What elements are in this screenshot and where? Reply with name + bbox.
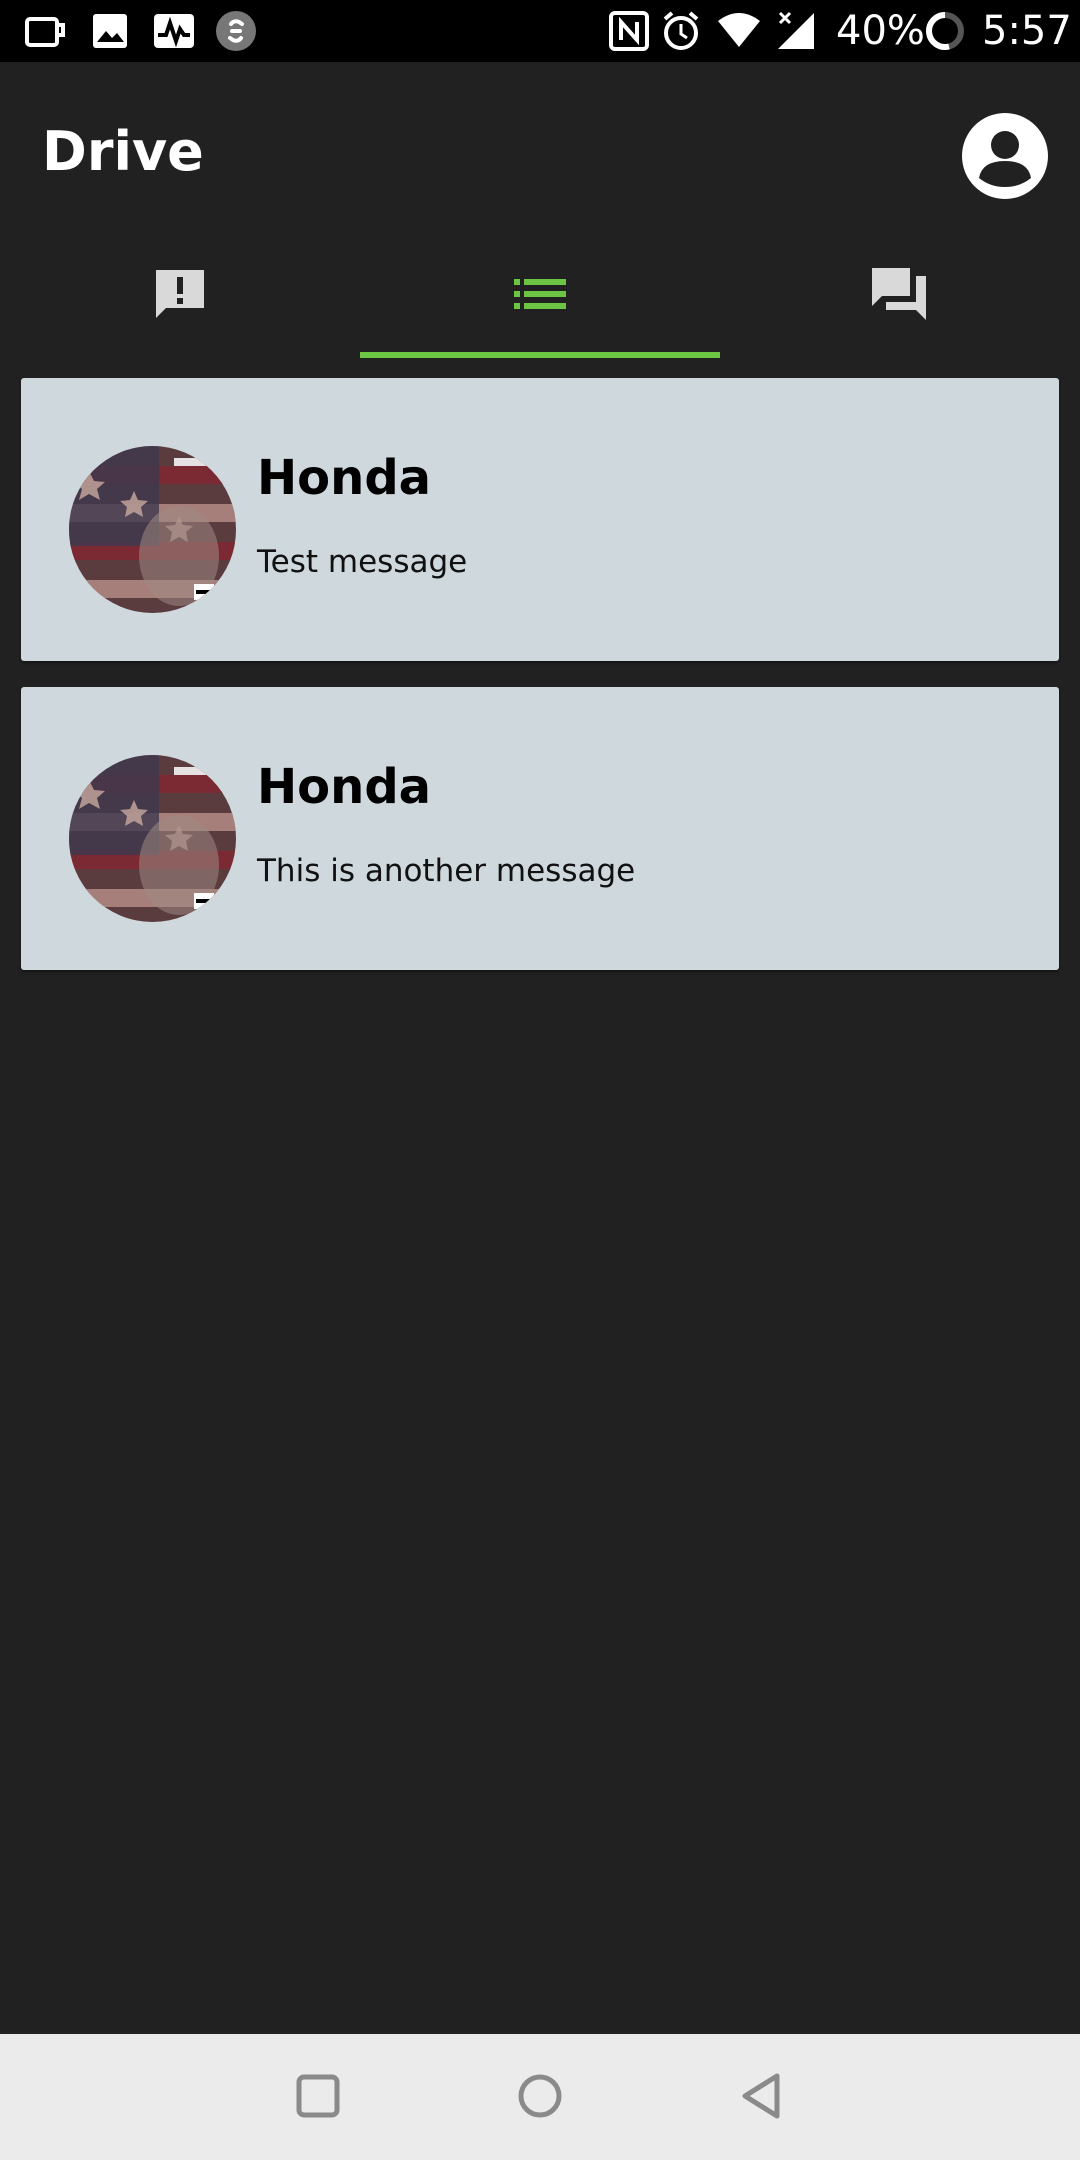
home-circle-icon xyxy=(518,2074,562,2118)
home-button[interactable] xyxy=(500,2056,580,2136)
forum-icon xyxy=(872,268,926,320)
battery-percent: 40% xyxy=(836,8,925,54)
pulse-icon xyxy=(152,0,196,62)
nfc-icon xyxy=(608,0,650,62)
app-title: Drive xyxy=(42,120,204,183)
coffee-cup-icon xyxy=(24,0,68,62)
tab-bar xyxy=(0,230,1080,360)
shazam-icon xyxy=(214,0,258,62)
clock: 5:57 xyxy=(982,8,1072,54)
status-bar: 40% 5:57 xyxy=(0,0,1080,62)
recents-square-icon xyxy=(296,2074,340,2118)
alert-message-icon xyxy=(156,270,204,318)
screen: 40% 5:57 Drive Honda Test message Honda … xyxy=(0,0,1080,2160)
tab-alerts[interactable] xyxy=(0,230,360,358)
recents-button[interactable] xyxy=(278,2056,358,2136)
album-cover-avatar xyxy=(69,755,236,922)
message-text: This is another message xyxy=(257,853,636,889)
battery-icon xyxy=(925,0,965,62)
message-sender: Honda xyxy=(257,759,432,815)
message-card[interactable]: Honda Test message xyxy=(21,378,1059,661)
signal-icon xyxy=(776,0,818,62)
account-button[interactable] xyxy=(962,113,1048,199)
list-icon xyxy=(514,279,566,309)
back-triangle-icon xyxy=(742,2073,780,2119)
wifi-icon xyxy=(716,0,762,62)
account-circle-icon xyxy=(962,113,1048,199)
tab-list[interactable] xyxy=(360,230,720,358)
message-sender: Honda xyxy=(257,450,432,506)
message-card[interactable]: Honda This is another message xyxy=(21,687,1059,970)
tab-forum[interactable] xyxy=(720,230,1080,358)
image-icon xyxy=(90,0,130,62)
system-nav-bar xyxy=(0,2034,1080,2160)
message-text: Test message xyxy=(257,544,468,580)
alarm-icon xyxy=(660,0,702,62)
album-cover-avatar xyxy=(69,446,236,613)
tab-indicator xyxy=(360,352,720,358)
back-button[interactable] xyxy=(722,2056,802,2136)
